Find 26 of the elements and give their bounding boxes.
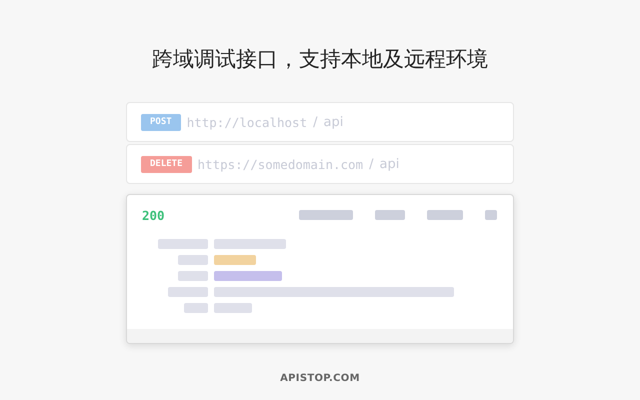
method-badge: POST [141,114,181,130]
path-separator: / [313,114,318,130]
request-bar[interactable]: POST http://localhost / api [126,102,514,142]
host-text: http://localhost [186,114,308,130]
placeholder-bar [168,287,208,297]
placeholder-bar [184,303,208,313]
status-code: 200 [142,208,165,222]
path-separator: / [369,156,374,172]
placeholder-bar [375,210,405,220]
placeholder-bar [427,210,463,220]
path-text: api [379,156,400,172]
placeholder-bar [178,271,208,281]
placeholder-bar [214,239,286,249]
host-text: https://somedomain.com [198,156,364,172]
method-badge: DELETE [141,156,192,172]
path-text: api [324,114,344,130]
headline: 跨域调试接口，支持本地及远程环境 [152,46,488,73]
placeholder-bar [485,210,497,220]
placeholder-bar [178,255,208,265]
placeholder-bar [214,303,252,313]
site-link[interactable]: APISTOP.COM [280,373,360,384]
placeholder-bar [214,255,256,265]
placeholder-bar [158,239,208,249]
request-bar[interactable]: DELETE https://somedomain.com / api [126,144,514,184]
placeholder-bar [299,210,353,220]
placeholder-bar [214,271,282,281]
